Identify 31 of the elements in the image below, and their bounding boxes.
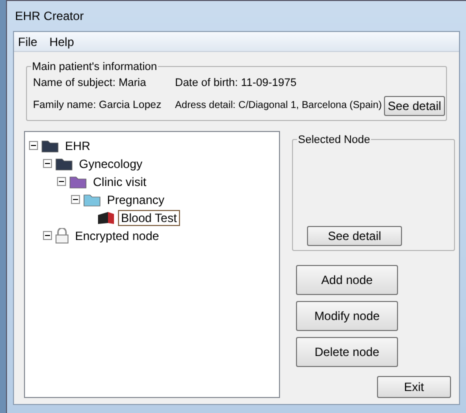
exit-button[interactable]: Exit [377, 376, 451, 398]
collapse-toggle[interactable] [57, 177, 66, 186]
collapse-toggle[interactable] [71, 195, 80, 204]
menu-item[interactable]: Help [49, 32, 74, 50]
collapse-toggle[interactable] [29, 141, 38, 150]
window-title: EHR Creator [14, 8, 85, 25]
collapse-toggle[interactable] [43, 159, 52, 168]
folder-icon [83, 192, 101, 206]
tree-item[interactable]: Encrypted node [72, 228, 162, 244]
date-of-birth: Date of birth: 11-09-1975 [175, 76, 296, 91]
see-detail-button[interactable]: See detail [384, 96, 446, 116]
tree-item[interactable]: Clinic visit [90, 174, 150, 190]
device-icon [97, 210, 115, 224]
tree-item[interactable]: Blood Test [118, 210, 180, 226]
action-button[interactable]: Add node [296, 264, 398, 294]
folder-icon [41, 138, 59, 152]
action-button[interactable]: Delete node [296, 336, 398, 366]
group-title: Main patient's information [31, 59, 158, 76]
action-button[interactable]: Modify node [296, 300, 398, 330]
tree-item[interactable]: Gynecology [76, 156, 146, 172]
collapse-toggle[interactable] [43, 231, 52, 240]
folder-icon [55, 156, 73, 170]
address-detail: Adress detail: C/Diagonal 1, Barcelona (Spain) [175, 99, 382, 113]
folder-icon [69, 174, 87, 188]
family-name: Family name: Garcia Lopez [33, 98, 162, 113]
see-detail-button[interactable]: See detail [307, 226, 402, 246]
subject-name: Name of subject: Maria [33, 76, 148, 91]
lock-icon [55, 228, 69, 244]
menu-item[interactable]: File [18, 32, 38, 50]
tree-item[interactable]: Pregnancy [104, 192, 168, 208]
tree-item[interactable]: EHR [62, 138, 94, 154]
